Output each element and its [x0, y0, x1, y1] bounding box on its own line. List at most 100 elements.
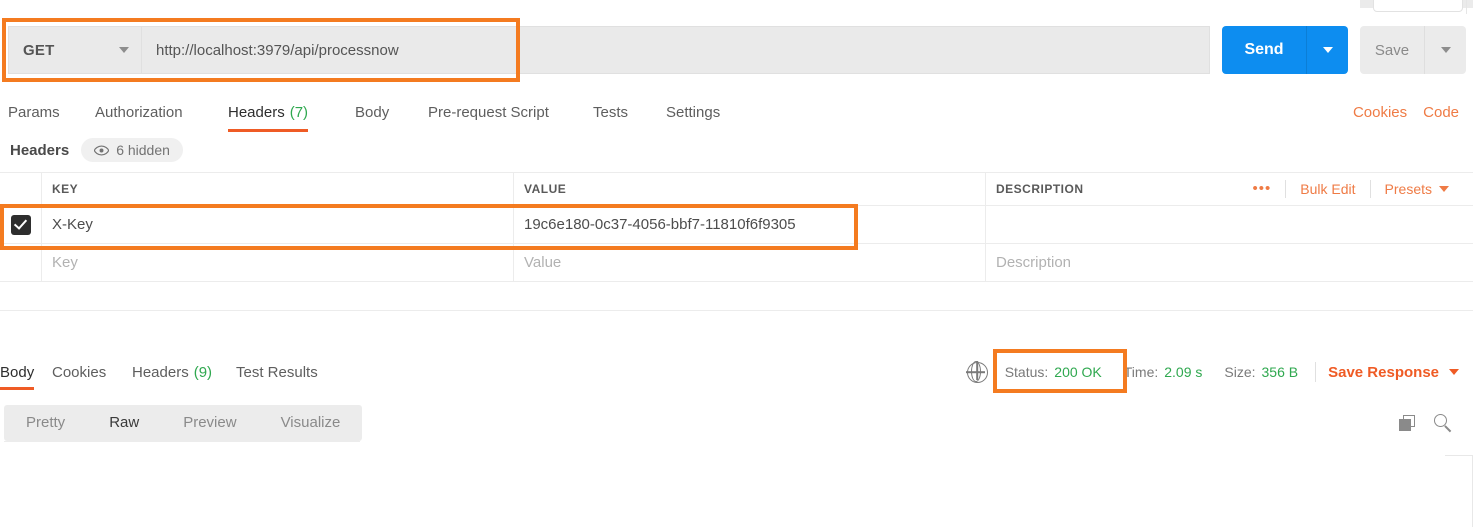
save-response-button[interactable]: Save Response	[1322, 364, 1459, 381]
row-checkbox-cell-empty	[0, 244, 42, 281]
request-tab-bar: Params Authorization Headers (7) Body Pr…	[0, 92, 1473, 132]
new-description-input[interactable]: Description	[986, 244, 1473, 281]
response-tab-headers[interactable]: Headers (9)	[132, 352, 212, 392]
save-button[interactable]: Save	[1360, 26, 1424, 74]
size-label: Size:	[1224, 364, 1256, 380]
http-method-label: GET	[23, 41, 55, 59]
http-method-dropdown[interactable]: GET	[8, 26, 142, 74]
tab-label: Body	[355, 103, 390, 121]
response-separator	[0, 310, 1473, 311]
top-cut-tab[interactable]	[1373, 0, 1463, 12]
save-response-label: Save Response	[1328, 363, 1439, 381]
tab-label: Test Results	[236, 363, 318, 381]
tab-pre-request-script[interactable]: Pre-request Script	[428, 92, 549, 132]
view-mode-pretty[interactable]: Pretty	[4, 405, 87, 441]
divider	[1315, 362, 1317, 382]
row-description-cell[interactable]	[986, 206, 1473, 243]
presets-button[interactable]: Presets	[1371, 180, 1463, 198]
presets-label: Presets	[1384, 181, 1432, 197]
tab-count: (9)	[193, 363, 213, 381]
search-icon[interactable]	[1434, 413, 1453, 433]
row-key-cell[interactable]: X-Key	[42, 206, 514, 243]
active-tab-underline	[0, 387, 35, 390]
response-tab-body[interactable]: Body	[0, 352, 35, 392]
right-rail-top	[1445, 455, 1473, 456]
top-right-divider	[1466, 0, 1467, 14]
request-right-links: Cookies Code	[1353, 92, 1459, 132]
new-value-placeholder: Value	[524, 254, 562, 271]
copy-icon[interactable]	[1399, 414, 1416, 432]
tab-body[interactable]: Body	[355, 92, 389, 132]
send-button[interactable]: Send	[1222, 26, 1306, 74]
top-strip	[0, 0, 1473, 14]
chevron-down-icon	[1322, 47, 1333, 53]
headers-subheader: Headers 6 hidden	[0, 134, 1473, 166]
cookies-link[interactable]: Cookies	[1353, 104, 1407, 121]
chevron-down-icon	[119, 47, 129, 53]
response-body-icons	[1399, 405, 1453, 441]
header-enabled-checkbox[interactable]	[10, 214, 31, 235]
tab-label: Settings	[666, 103, 721, 121]
request-url-bar: GET http://localhost:3979/api/processnow…	[0, 26, 1473, 74]
header-cell-value: VALUE	[514, 173, 986, 205]
headers-table-actions: ••• Bulk Edit Presets	[1239, 173, 1463, 205]
view-mode-raw[interactable]: Raw	[87, 405, 161, 441]
header-cell-key: KEY	[42, 173, 514, 205]
url-input[interactable]: http://localhost:3979/api/processnow	[142, 26, 1210, 74]
row-value-text: 19c6e180-0c37-4056-bbf7-11810f6f9305	[524, 216, 796, 233]
status-value: 200 OK	[1054, 364, 1102, 380]
table-row: X-Key 19c6e180-0c37-4056-bbf7-11810f6f93…	[0, 206, 1473, 244]
row-checkbox-cell	[0, 206, 42, 243]
view-mode-preview[interactable]: Preview	[161, 405, 258, 441]
headers-table: KEY VALUE DESCRIPTION ••• Bulk Edit Pres…	[0, 172, 1473, 282]
hidden-headers-label: 6 hidden	[116, 142, 170, 158]
tab-label: Params	[8, 103, 60, 121]
tab-label: Pre-request Script	[428, 103, 549, 121]
response-tab-cookies[interactable]: Cookies	[52, 352, 106, 392]
save-options-button[interactable]	[1424, 26, 1466, 74]
hidden-headers-toggle[interactable]: 6 hidden	[81, 138, 183, 162]
time-indicator[interactable]: Time: 2.09 s	[1113, 364, 1214, 380]
response-status-bar: Status: 200 OK Time: 2.09 s Size: 356 B …	[966, 352, 1459, 392]
response-view-toggle: Pretty Raw Preview Visualize	[4, 405, 363, 441]
tab-authorization[interactable]: Authorization	[95, 92, 183, 132]
new-key-placeholder: Key	[52, 254, 78, 271]
bulk-edit-button[interactable]: Bulk Edit	[1286, 180, 1369, 198]
tab-label: Headers	[228, 103, 285, 121]
response-tab-test-results[interactable]: Test Results	[236, 352, 318, 392]
chevron-down-icon	[1440, 47, 1451, 53]
tab-tests[interactable]: Tests	[593, 92, 628, 132]
row-key-text: X-Key	[52, 216, 93, 233]
new-value-input[interactable]: Value	[514, 244, 986, 281]
headers-title: Headers	[10, 141, 70, 159]
tab-count: (7)	[289, 103, 309, 121]
more-options-icon[interactable]: •••	[1239, 180, 1286, 198]
send-options-button[interactable]	[1306, 26, 1348, 74]
table-row-empty: Key Value Description	[0, 244, 1473, 282]
eye-icon	[94, 145, 110, 155]
size-indicator[interactable]: Size: 356 B	[1213, 364, 1309, 380]
new-description-placeholder: Description	[996, 254, 1072, 271]
tab-label: Headers	[132, 363, 189, 381]
time-value: 2.09 s	[1164, 364, 1203, 380]
header-cell-checkbox	[0, 173, 42, 205]
view-mode-visualize[interactable]: Visualize	[259, 405, 363, 441]
time-label: Time:	[1123, 364, 1159, 380]
chevron-down-icon	[1439, 186, 1449, 192]
tab-label: Tests	[593, 103, 629, 121]
tab-params[interactable]: Params	[8, 92, 60, 132]
globe-icon	[966, 360, 988, 383]
status-label: Status:	[1004, 364, 1049, 380]
status-badge[interactable]: Status: 200 OK	[994, 364, 1113, 380]
chevron-down-icon	[1449, 369, 1459, 375]
tab-label: Body	[0, 363, 35, 381]
response-body-content[interactable]	[0, 442, 1473, 527]
tab-label: Authorization	[95, 103, 183, 121]
code-link[interactable]: Code	[1423, 104, 1459, 121]
tab-settings[interactable]: Settings	[666, 92, 720, 132]
new-key-input[interactable]: Key	[42, 244, 514, 281]
tab-headers[interactable]: Headers (7)	[228, 92, 309, 132]
tab-label: Cookies	[52, 363, 107, 381]
row-value-cell[interactable]: 19c6e180-0c37-4056-bbf7-11810f6f9305	[514, 206, 986, 243]
table-header-row: KEY VALUE DESCRIPTION ••• Bulk Edit Pres…	[0, 172, 1473, 206]
